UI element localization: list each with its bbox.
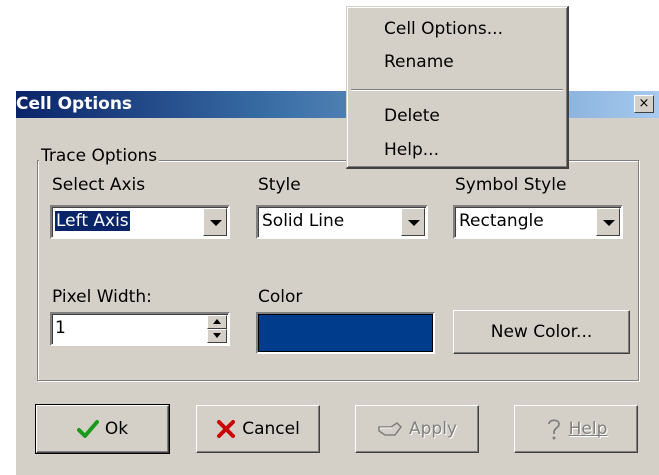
style-label: Style [258,175,301,195]
spin-down-icon[interactable] [207,329,227,343]
color-swatch [256,312,435,354]
menu-item-rename[interactable]: Rename [384,52,454,72]
x-icon [216,419,236,439]
style-combo[interactable]: Solid Line [256,205,428,239]
cancel-label: Cancel [242,419,300,439]
chevron-down-icon[interactable] [596,208,620,236]
new-color-label: New Color... [490,322,593,342]
close-icon: × [638,96,650,111]
spin-up-icon[interactable] [207,315,227,329]
dialog-title: Cell Options [16,94,133,114]
cancel-button[interactable]: Cancel [196,405,320,453]
symbol-style-combo[interactable]: Rectangle [453,205,623,239]
menu-separator [351,89,563,91]
pointing-hand-icon [377,419,403,439]
pixel-width-label: Pixel Width: [52,287,152,307]
color-swatch-fill [258,314,433,352]
style-value: Solid Line [262,211,345,231]
checkmark-icon [76,419,99,439]
chevron-down-icon[interactable] [401,208,425,236]
ok-label: Ok [104,419,129,439]
new-color-button[interactable]: New Color... [453,310,630,354]
select-axis-value: Left Axis [55,211,130,231]
menu-item-cell-options[interactable]: Cell Options... [384,19,503,39]
ok-button[interactable]: Ok [35,404,170,454]
context-menu: Cell Options... Rename Delete Help... [346,6,569,169]
question-mark-icon [545,417,563,441]
menu-item-help[interactable]: Help... [384,140,439,160]
select-axis-combo[interactable]: Left Axis [50,205,230,239]
trace-options-label: Trace Options [39,146,160,166]
symbol-style-value: Rectangle [459,211,544,231]
symbol-style-label: Symbol Style [455,175,567,195]
help-label: Help [568,419,608,439]
pixel-width-value: 1 [55,318,66,338]
help-button[interactable]: Help [514,405,638,453]
color-label: Color [258,287,303,307]
spinner-buttons [207,315,227,343]
chevron-down-icon[interactable] [203,208,227,236]
menu-item-delete[interactable]: Delete [384,106,440,126]
apply-button[interactable]: Apply [355,405,479,453]
apply-label: Apply [409,419,457,439]
select-axis-label: Select Axis [52,175,146,195]
pixel-width-spinner[interactable]: 1 [50,312,230,346]
close-button[interactable]: × [634,95,654,113]
